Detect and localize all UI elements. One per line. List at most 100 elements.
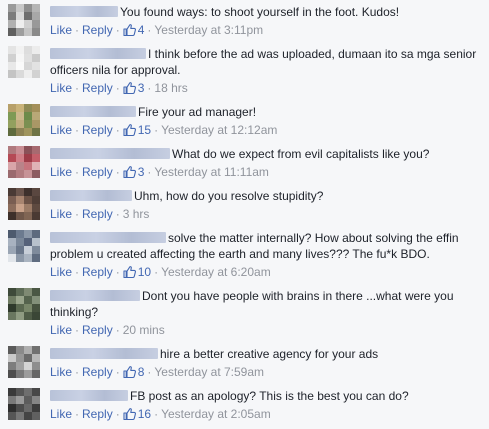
reply-link[interactable]: Reply bbox=[82, 265, 113, 279]
avatar-pixel bbox=[24, 70, 32, 78]
like-link[interactable]: Like bbox=[50, 265, 72, 279]
thumbs-up-icon[interactable] bbox=[123, 82, 136, 95]
thumbs-up-icon[interactable] bbox=[123, 24, 136, 37]
commenter-name-redacted[interactable] bbox=[50, 190, 132, 201]
commenter-name-redacted[interactable] bbox=[50, 232, 166, 243]
commenter-name-redacted[interactable] bbox=[50, 106, 136, 117]
avatar-pixel bbox=[24, 412, 32, 420]
thumbs-up-icon[interactable] bbox=[123, 124, 136, 137]
avatar-pixel bbox=[16, 28, 24, 36]
avatar-pixel bbox=[8, 396, 16, 404]
comment-timestamp[interactable]: Yesterday at 3:11pm bbox=[154, 23, 263, 37]
avatar-pixel bbox=[16, 162, 24, 170]
avatar-pixel bbox=[8, 28, 16, 36]
avatar[interactable] bbox=[8, 346, 40, 378]
comment-actions: Like · Reply · 15 · Yesterday at 12:12am bbox=[50, 122, 480, 138]
avatar-pixel bbox=[16, 304, 24, 312]
reply-link[interactable]: Reply bbox=[82, 81, 113, 95]
avatar-pixel bbox=[8, 188, 16, 196]
avatar-pixel bbox=[32, 412, 40, 420]
commenter-name-redacted[interactable] bbox=[50, 148, 170, 159]
like-link[interactable]: Like bbox=[50, 165, 72, 179]
comment-timestamp[interactable]: Yesterday at 7:59am bbox=[154, 365, 264, 379]
like-link[interactable]: Like bbox=[50, 365, 72, 379]
comment-timestamp[interactable]: 3 hrs bbox=[123, 207, 150, 221]
avatar-pixel bbox=[8, 354, 16, 362]
comment-body: Uhm, how do you resolve stupidity? Like · R… bbox=[50, 188, 480, 222]
reply-link[interactable]: Reply bbox=[82, 23, 113, 37]
avatar[interactable] bbox=[8, 46, 40, 78]
comment-timestamp[interactable]: Yesterday at 6:20am bbox=[161, 265, 271, 279]
avatar[interactable] bbox=[8, 388, 40, 420]
commenter-name-redacted[interactable] bbox=[50, 6, 118, 17]
like-link[interactable]: Like bbox=[50, 207, 72, 221]
avatar-pixel bbox=[8, 170, 16, 178]
commenter-name-redacted[interactable] bbox=[50, 290, 140, 301]
like-count[interactable]: 10 bbox=[138, 265, 151, 279]
avatar-pixel bbox=[16, 354, 24, 362]
avatar-pixel bbox=[32, 46, 40, 54]
commenter-name-redacted[interactable] bbox=[50, 348, 158, 359]
thumbs-up-icon[interactable] bbox=[123, 266, 136, 279]
avatar-pixel bbox=[8, 128, 16, 136]
avatar-pixel bbox=[32, 120, 40, 128]
like-count[interactable]: 16 bbox=[138, 407, 151, 421]
reply-link[interactable]: Reply bbox=[82, 365, 113, 379]
like-link[interactable]: Like bbox=[50, 407, 72, 421]
comment-message: hire a better creative agency for your a… bbox=[160, 347, 379, 361]
avatar-pixel bbox=[16, 170, 24, 178]
comment-body: FB post as an apology? This is the best … bbox=[50, 388, 480, 422]
thumbs-up-icon[interactable] bbox=[123, 408, 136, 421]
avatar-pixel bbox=[8, 238, 16, 246]
avatar[interactable] bbox=[8, 188, 40, 220]
comment-timestamp[interactable]: Yesterday at 12:12am bbox=[161, 123, 277, 137]
like-link[interactable]: Like bbox=[50, 123, 72, 137]
comment-timestamp[interactable]: Yesterday at 2:05am bbox=[161, 407, 271, 421]
avatar-pixel bbox=[24, 370, 32, 378]
avatar-pixel bbox=[24, 362, 32, 370]
separator: · bbox=[115, 123, 120, 137]
comment-actions: Like · Reply · 3 · Yesterday at 11:11am bbox=[50, 164, 480, 180]
reply-link[interactable]: Reply bbox=[82, 207, 113, 221]
separator: · bbox=[75, 407, 80, 421]
comment-timestamp[interactable]: 18 hrs bbox=[154, 81, 187, 95]
avatar-pixel bbox=[24, 354, 32, 362]
avatar-pixel bbox=[32, 238, 40, 246]
avatar-pixel bbox=[8, 12, 16, 20]
avatar[interactable] bbox=[8, 146, 40, 178]
avatar[interactable] bbox=[8, 288, 40, 320]
reply-link[interactable]: Reply bbox=[82, 407, 113, 421]
avatar-pixel bbox=[16, 204, 24, 212]
avatar-pixel bbox=[24, 104, 32, 112]
comment-timestamp[interactable]: 20 mins bbox=[123, 323, 165, 337]
avatar-pixel bbox=[16, 196, 24, 204]
commenter-name-redacted[interactable] bbox=[50, 48, 146, 59]
comment-body: Fire your ad manager! Like · Reply · 15 · Yeste… bbox=[50, 104, 480, 138]
like-count[interactable]: 15 bbox=[138, 123, 151, 137]
separator: · bbox=[154, 123, 159, 137]
avatar-pixel bbox=[32, 112, 40, 120]
like-link[interactable]: Like bbox=[50, 81, 72, 95]
thumbs-up-icon[interactable] bbox=[123, 166, 136, 179]
like-link[interactable]: Like bbox=[50, 323, 72, 337]
reply-link[interactable]: Reply bbox=[82, 123, 113, 137]
commenter-name-redacted[interactable] bbox=[50, 390, 128, 401]
comment-timestamp[interactable]: Yesterday at 11:11am bbox=[154, 165, 269, 179]
avatar[interactable] bbox=[8, 4, 40, 36]
comment-message: FB post as an apology? This is the best … bbox=[130, 389, 409, 403]
separator: · bbox=[154, 265, 159, 279]
thumbs-up-icon[interactable] bbox=[123, 366, 136, 379]
avatar[interactable] bbox=[8, 104, 40, 136]
like-link[interactable]: Like bbox=[50, 23, 72, 37]
avatar-pixel bbox=[16, 54, 24, 62]
separator: · bbox=[75, 323, 80, 337]
avatar-pixel bbox=[8, 288, 16, 296]
reply-link[interactable]: Reply bbox=[82, 323, 113, 337]
avatar-pixel bbox=[32, 62, 40, 70]
avatar-pixel bbox=[8, 346, 16, 354]
avatar[interactable] bbox=[8, 230, 40, 262]
avatar-pixel bbox=[8, 162, 16, 170]
avatar-pixel bbox=[8, 362, 16, 370]
comment-text: FB post as an apology? This is the best … bbox=[50, 388, 480, 404]
reply-link[interactable]: Reply bbox=[82, 165, 113, 179]
